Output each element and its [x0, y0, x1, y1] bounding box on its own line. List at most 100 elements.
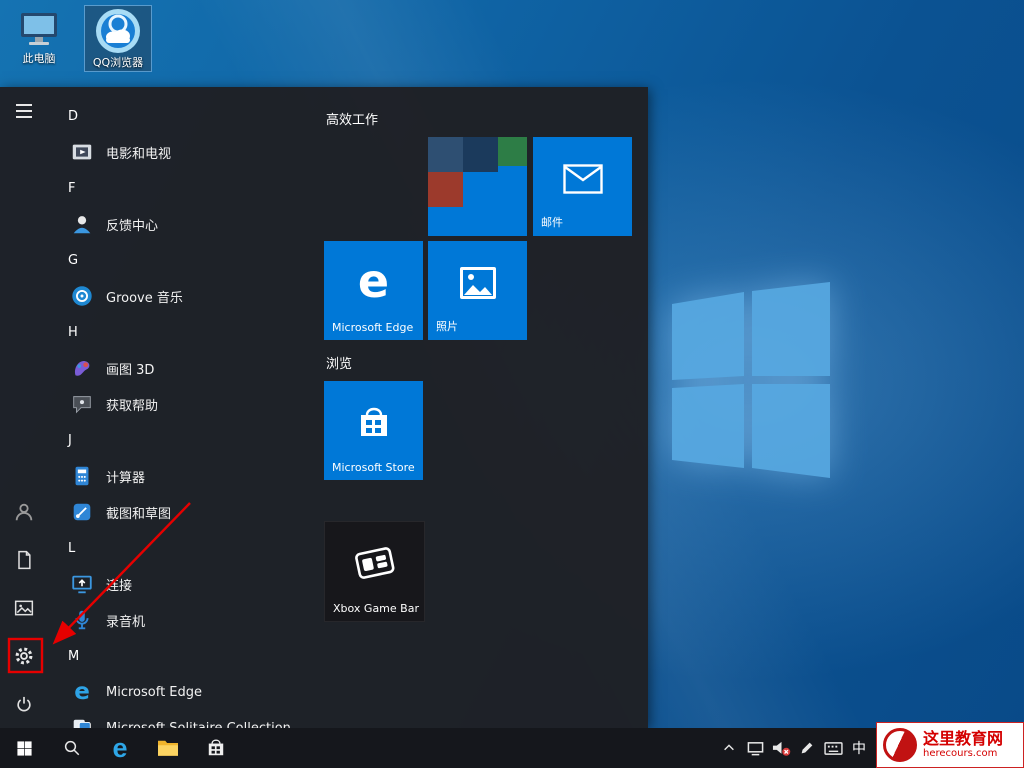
- store-icon: [206, 738, 226, 758]
- user-icon: [13, 501, 35, 523]
- app-list-section-header[interactable]: H: [48, 314, 324, 350]
- app-list-item-groove-music[interactable]: Groove 音乐: [48, 278, 324, 314]
- tray-network-icon[interactable]: [742, 728, 768, 768]
- tile-group-title-browse[interactable]: 浏览: [326, 353, 352, 372]
- user-account-button[interactable]: [0, 488, 48, 536]
- network-display-icon: [747, 740, 764, 757]
- feedback-hub-icon: [68, 210, 96, 238]
- document-icon: [14, 550, 34, 570]
- app-list-section-header[interactable]: G: [48, 242, 324, 278]
- app-list-item-movies-tv[interactable]: 电影和电视: [48, 134, 324, 170]
- app-list-item-get-help[interactable]: 获取帮助: [48, 386, 324, 422]
- app-list-item-paint-3d[interactable]: 画图 3D: [48, 350, 324, 386]
- pen-icon: [799, 740, 815, 756]
- taskbar-edge-button[interactable]: e: [96, 728, 144, 768]
- app-label: 电影和电视: [106, 143, 171, 162]
- start-menu-expand-button[interactable]: [0, 89, 48, 133]
- watermark-text: 这里教育网 herecours.com: [923, 730, 1003, 760]
- xbox-game-bar-icon: [354, 545, 396, 583]
- app-list-item-feedback-hub[interactable]: 反馈中心: [48, 206, 324, 242]
- tile-folder-square: [428, 172, 463, 207]
- tile-microsoft-store[interactable]: Microsoft Store: [324, 381, 423, 480]
- tile-folder-colors[interactable]: [428, 137, 527, 236]
- power-icon: [14, 694, 34, 714]
- app-label: 截图和草图: [106, 503, 171, 522]
- watermark-logo: [883, 728, 917, 762]
- tile-folder-square: [428, 137, 463, 172]
- paint-3d-icon: [68, 354, 96, 382]
- app-label: 计算器: [106, 467, 145, 486]
- app-list-item-snip-sketch[interactable]: 截图和草图: [48, 494, 324, 530]
- tray-ime-indicator[interactable]: 中: [846, 728, 872, 768]
- desktop-icon-label: 此电脑: [23, 53, 56, 65]
- tile-mail[interactable]: 邮件: [533, 137, 632, 236]
- system-tray: 中: [716, 728, 872, 768]
- start-menu-rail: [0, 87, 48, 728]
- tile-folder-square: [463, 137, 498, 172]
- app-list-item-voice-recorder[interactable]: 录音机: [48, 602, 324, 638]
- gear-icon: [13, 645, 35, 667]
- taskbar-file-explorer-button[interactable]: [144, 728, 192, 768]
- solitaire-icon: [68, 714, 96, 728]
- get-help-icon: [68, 390, 96, 418]
- app-list-section-header[interactable]: J: [48, 422, 324, 458]
- calculator-icon: [68, 462, 96, 490]
- app-label: 画图 3D: [106, 359, 154, 378]
- desktop-icon-this-pc[interactable]: 此电脑: [6, 10, 72, 65]
- app-label: 录音机: [106, 611, 145, 630]
- site-watermark: 这里教育网 herecours.com: [876, 722, 1024, 768]
- photos-icon: [459, 266, 497, 300]
- tile-label: Microsoft Store: [332, 461, 415, 474]
- app-label: Microsoft Solitaire Collection: [106, 721, 291, 729]
- start-menu-tiles: 高效工作 邮件 e Microsoft Edge: [324, 87, 648, 728]
- power-button[interactable]: [0, 680, 48, 728]
- app-label: Groove 音乐: [106, 287, 183, 306]
- app-list-item-microsoft-edge[interactable]: e Microsoft Edge: [48, 674, 324, 710]
- app-list-section-header[interactable]: D: [48, 98, 324, 134]
- windows-start-icon: [16, 740, 33, 757]
- app-list-item-solitaire[interactable]: Microsoft Solitaire Collection: [48, 710, 324, 728]
- documents-button[interactable]: [0, 536, 48, 584]
- app-list-section-header[interactable]: L: [48, 530, 324, 566]
- app-label: Microsoft Edge: [106, 685, 202, 700]
- chevron-up-icon: [722, 741, 736, 755]
- this-pc-icon: [17, 10, 61, 50]
- start-menu-rail-bottom: [0, 488, 48, 728]
- speaker-muted-icon: [772, 739, 791, 757]
- edge-icon: e: [68, 678, 96, 706]
- keyboard-icon: [824, 741, 843, 756]
- watermark-site-name: 这里教育网: [923, 730, 1003, 748]
- tile-photos[interactable]: 照片: [428, 241, 527, 340]
- taskbar-store-button[interactable]: [192, 728, 240, 768]
- windows-logo-wallpaper: [672, 282, 830, 478]
- groove-music-icon: [68, 282, 96, 310]
- tray-show-hidden-icons-button[interactable]: [716, 728, 742, 768]
- snip-sketch-icon: [68, 498, 96, 526]
- app-list-item-calculator[interactable]: 计算器: [48, 458, 324, 494]
- app-list-item-connect[interactable]: 连接: [48, 566, 324, 602]
- tile-group-title-productivity[interactable]: 高效工作: [326, 109, 378, 128]
- store-icon: [356, 405, 392, 441]
- settings-button[interactable]: [0, 632, 48, 680]
- qq-browser-icon: [95, 8, 141, 54]
- tray-volume-muted-icon[interactable]: [768, 728, 794, 768]
- app-label: 反馈中心: [106, 215, 158, 234]
- taskbar-search-button[interactable]: [48, 728, 96, 768]
- tray-pen-icon[interactable]: [794, 728, 820, 768]
- search-icon: [63, 739, 81, 757]
- tile-folder-square: [498, 137, 527, 166]
- desktop-icon-qq-browser[interactable]: QQ浏览器: [85, 6, 151, 71]
- tile-xbox-game-bar[interactable]: Xbox Game Bar: [324, 521, 425, 622]
- taskbar: e: [0, 728, 1024, 768]
- pictures-button[interactable]: [0, 584, 48, 632]
- app-list-section-header[interactable]: M: [48, 638, 324, 674]
- tile-microsoft-edge[interactable]: e Microsoft Edge: [324, 241, 423, 340]
- tray-touch-keyboard-icon[interactable]: [820, 728, 846, 768]
- movies-tv-icon: [68, 138, 96, 166]
- app-list-section-header[interactable]: F: [48, 170, 324, 206]
- hamburger-icon: [14, 101, 34, 121]
- start-menu: D 电影和电视 F 反馈中心 G Groove 音乐: [0, 87, 648, 728]
- windows-desktop: 此电脑 QQ浏览器: [0, 0, 1024, 768]
- start-button[interactable]: [0, 728, 48, 768]
- tile-label: 照片: [436, 318, 458, 334]
